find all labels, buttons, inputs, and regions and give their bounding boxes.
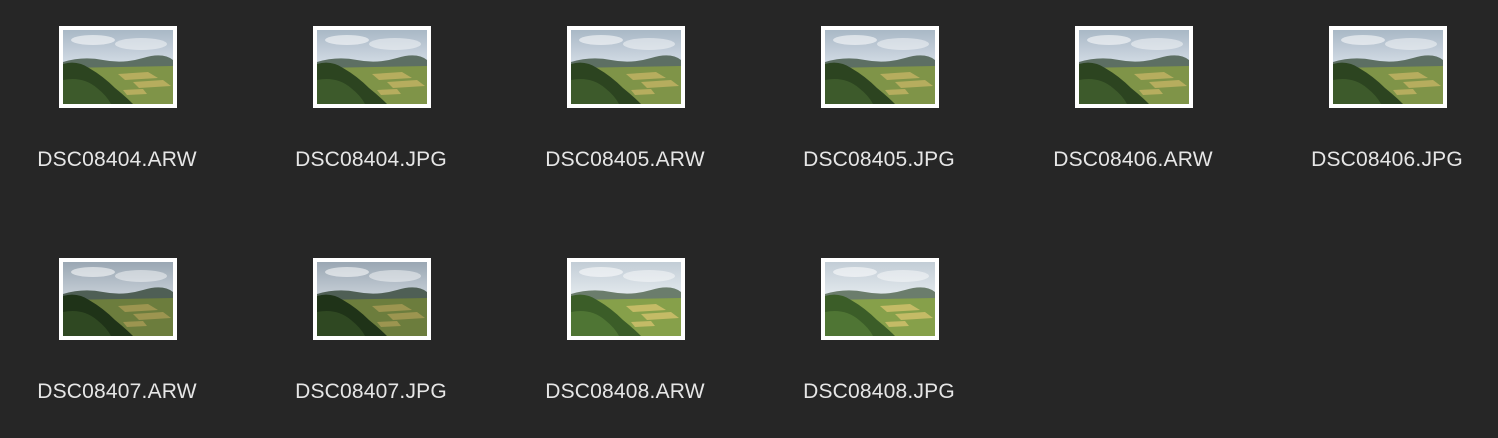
file-name-label[interactable]: DSC08407.ARW: [0, 380, 244, 404]
image-thumbnail[interactable]: [1075, 26, 1193, 108]
image-thumbnail[interactable]: [313, 26, 431, 108]
landscape-photo-icon: [317, 262, 427, 336]
file-name-label[interactable]: DSC08404.JPG: [244, 148, 498, 172]
file-name-label[interactable]: DSC08408.ARW: [498, 380, 752, 404]
file-name-label[interactable]: DSC08407.JPG: [244, 380, 498, 404]
landscape-photo-icon: [1333, 30, 1443, 104]
file-item[interactable]: DSC08405.JPG: [752, 26, 1006, 226]
file-item[interactable]: DSC08406.ARW: [1006, 26, 1260, 226]
image-thumbnail[interactable]: [821, 26, 939, 108]
image-thumbnail[interactable]: [567, 26, 685, 108]
landscape-photo-icon: [825, 30, 935, 104]
image-thumbnail[interactable]: [1329, 26, 1447, 108]
file-item[interactable]: DSC08408.ARW: [498, 258, 752, 438]
image-thumbnail[interactable]: [313, 258, 431, 340]
landscape-photo-icon: [63, 30, 173, 104]
file-item[interactable]: DSC08406.JPG: [1260, 26, 1498, 226]
landscape-photo-icon: [317, 30, 427, 104]
file-item[interactable]: DSC08408.JPG: [752, 258, 1006, 438]
file-item[interactable]: DSC08404.ARW: [0, 26, 244, 226]
landscape-photo-icon: [1079, 30, 1189, 104]
image-thumbnail[interactable]: [59, 258, 177, 340]
landscape-photo-icon: [825, 262, 935, 336]
file-name-label[interactable]: DSC08404.ARW: [0, 148, 244, 172]
file-item[interactable]: DSC08407.JPG: [244, 258, 498, 438]
file-name-label[interactable]: DSC08405.ARW: [498, 148, 752, 172]
file-name-label[interactable]: DSC08406.JPG: [1260, 148, 1498, 172]
file-icon-grid: DSC08404.ARW DSC08404.JPG DSC08405.ARW D…: [0, 0, 1498, 438]
file-item[interactable]: DSC08407.ARW: [0, 258, 244, 438]
file-name-label[interactable]: DSC08405.JPG: [752, 148, 1006, 172]
file-name-label[interactable]: DSC08406.ARW: [1006, 148, 1260, 172]
image-thumbnail[interactable]: [59, 26, 177, 108]
file-name-label[interactable]: DSC08408.JPG: [752, 380, 1006, 404]
landscape-photo-icon: [571, 262, 681, 336]
file-item[interactable]: DSC08404.JPG: [244, 26, 498, 226]
file-item[interactable]: DSC08405.ARW: [498, 26, 752, 226]
landscape-photo-icon: [63, 262, 173, 336]
image-thumbnail[interactable]: [567, 258, 685, 340]
landscape-photo-icon: [571, 30, 681, 104]
image-thumbnail[interactable]: [821, 258, 939, 340]
